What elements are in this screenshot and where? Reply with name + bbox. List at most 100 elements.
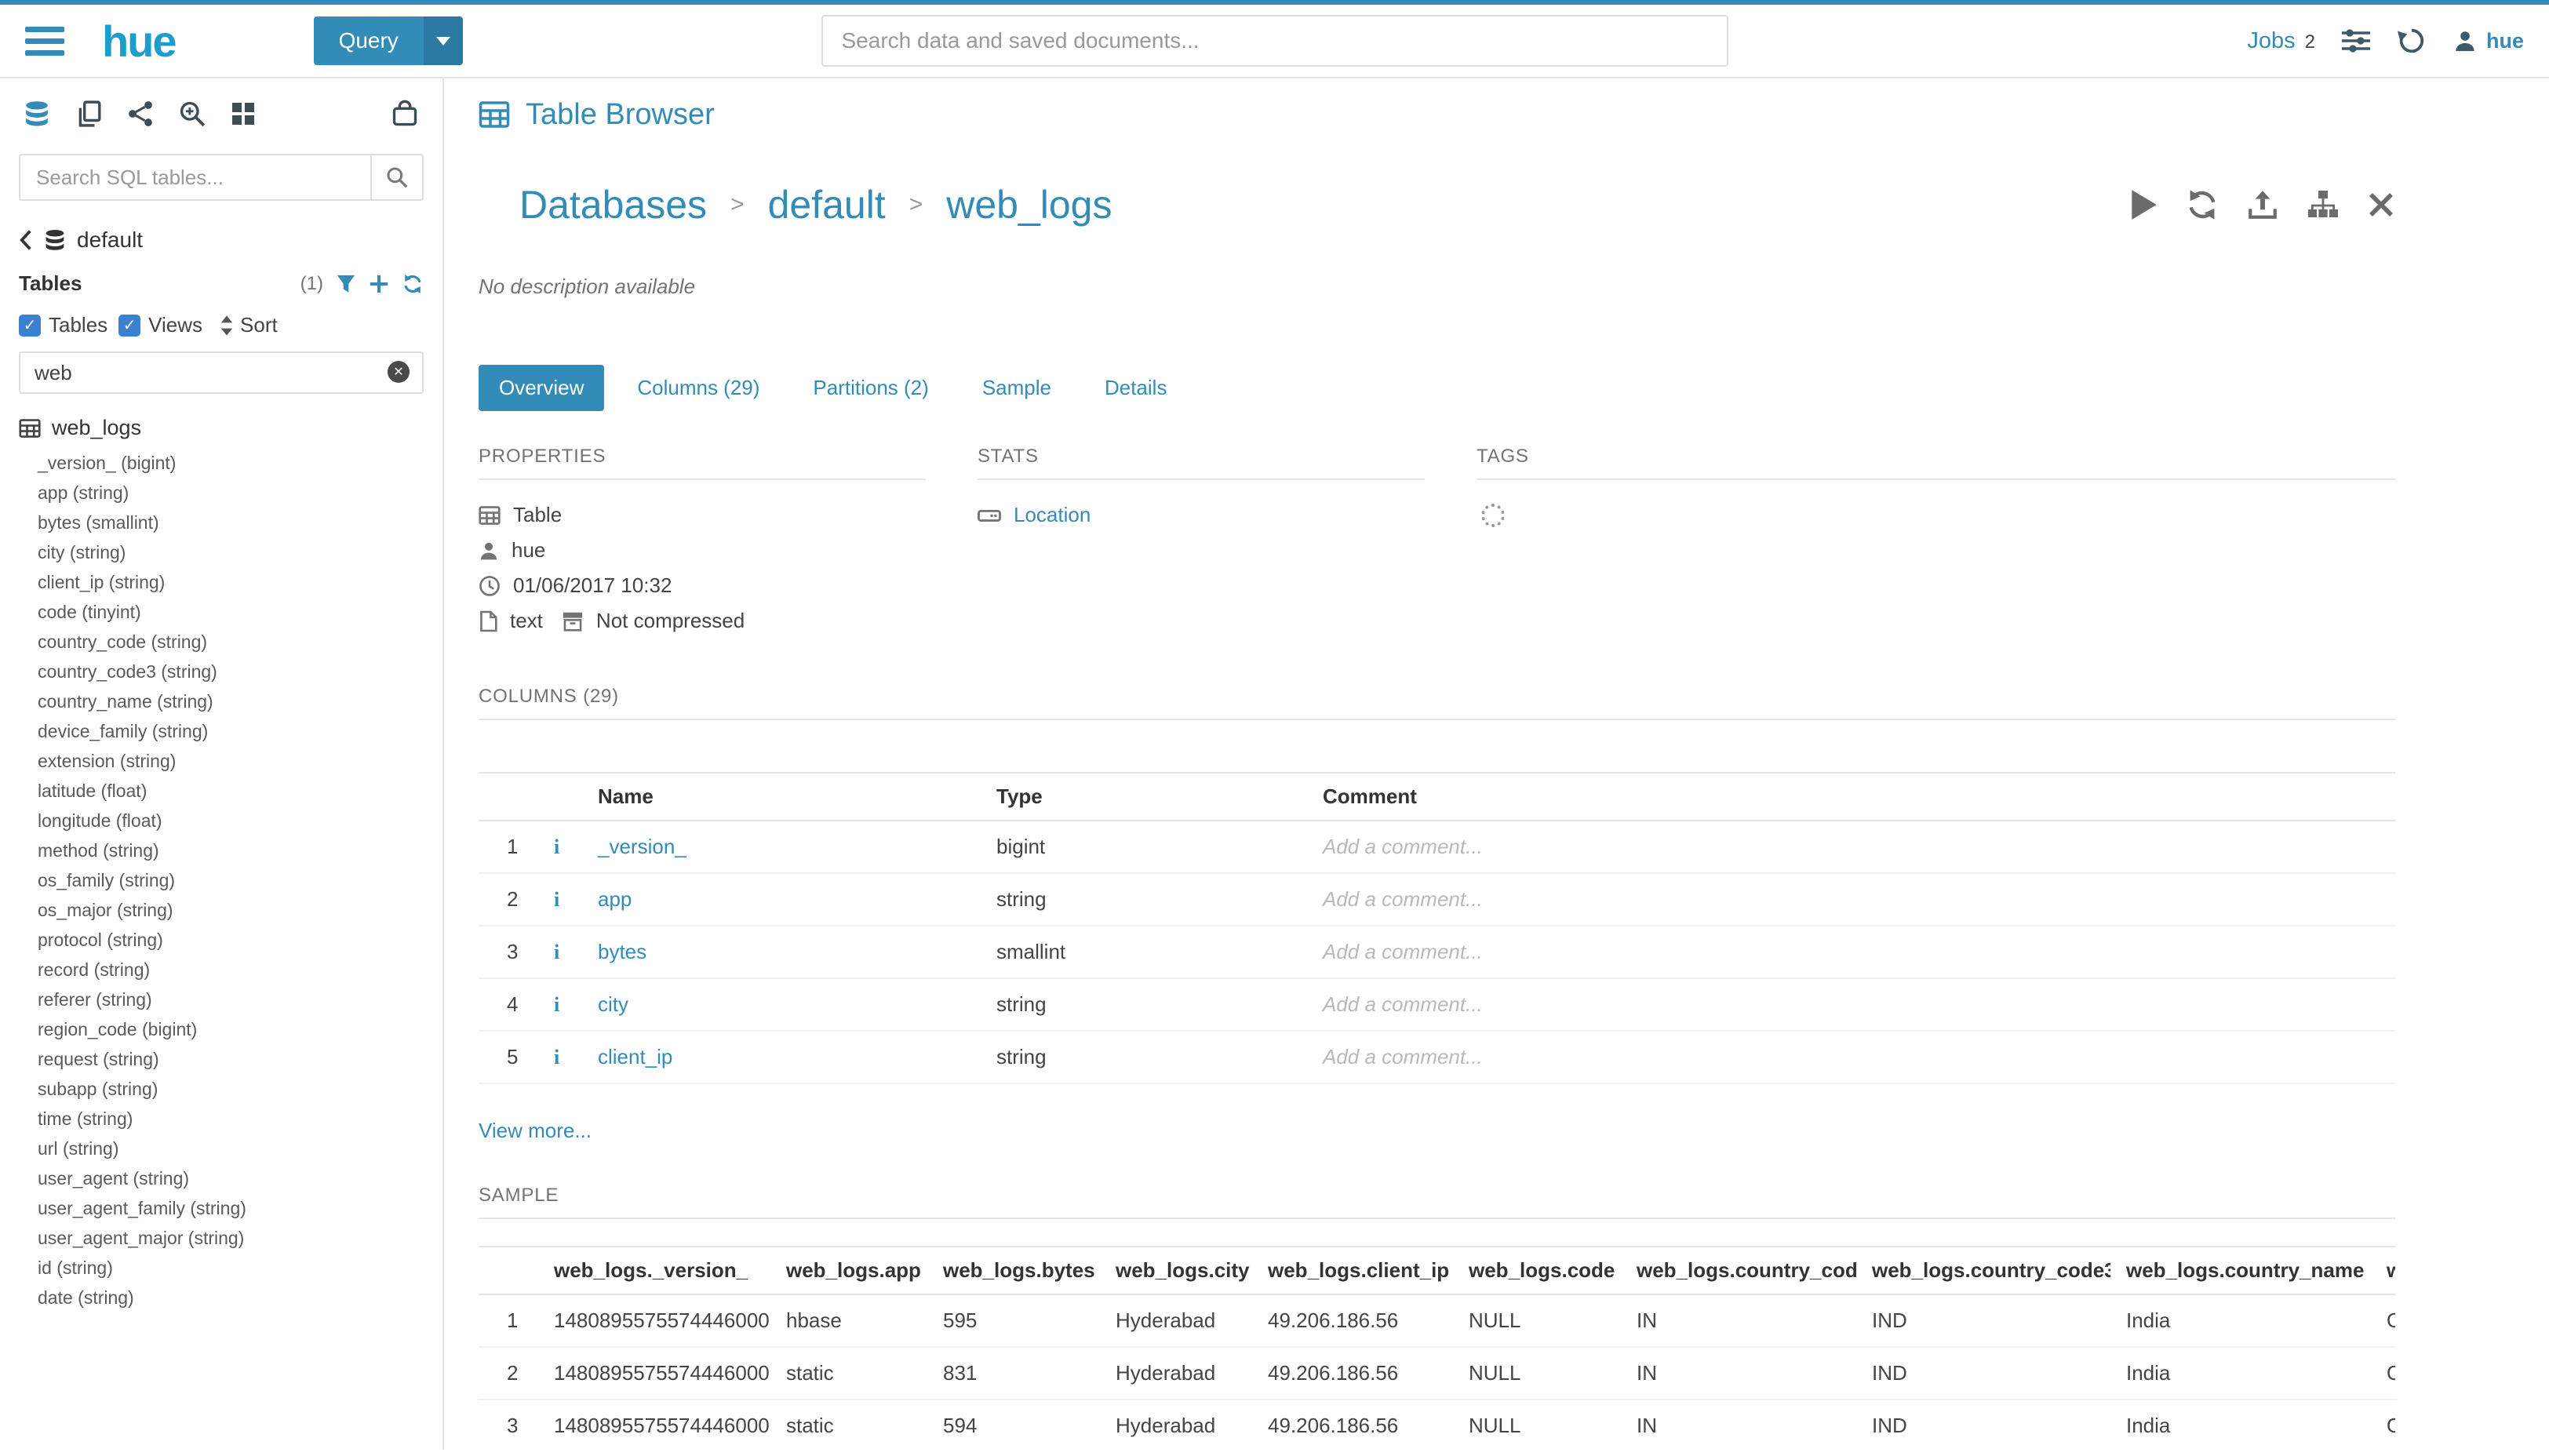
column-comment-placeholder[interactable]: Add a comment... <box>1307 978 2395 1031</box>
sidebar-column-item[interactable]: country_code3 (string) <box>0 657 442 686</box>
refresh-icon[interactable] <box>2185 187 2219 222</box>
column-comment-placeholder[interactable]: Add a comment... <box>1307 821 2395 873</box>
sidebar-column-item[interactable]: region_code (bigint) <box>0 1014 442 1044</box>
apps-grid-icon[interactable] <box>231 101 256 126</box>
sql-tables-search-button[interactable] <box>370 154 424 201</box>
sidebar-column-item[interactable]: method (string) <box>0 835 442 865</box>
sidebar-column-item[interactable]: user_agent_major (string) <box>0 1223 442 1253</box>
tab-columns-29[interactable]: Columns (29) <box>617 365 780 411</box>
sidebar-column-item[interactable]: device_family (string) <box>0 716 442 746</box>
columns-table-row: 1i_version_bigintAdd a comment... <box>479 821 2395 873</box>
sidebar-column-item[interactable]: client_ip (string) <box>0 567 442 597</box>
sidebar-column-item[interactable]: record (string) <box>0 955 442 985</box>
sidebar-column-item[interactable]: id (string) <box>0 1253 442 1283</box>
sidebar-column-item[interactable]: user_agent (string) <box>0 1163 442 1193</box>
sidebar-column-item[interactable]: latitude (float) <box>0 776 442 806</box>
sidebar-column-item[interactable]: os_family (string) <box>0 865 442 895</box>
column-comment-placeholder[interactable]: Add a comment... <box>1307 1031 2395 1083</box>
sidebar-column-item[interactable]: user_agent_family (string) <box>0 1193 442 1223</box>
sidebar-column-item[interactable]: app (string) <box>0 478 442 508</box>
column-comment-placeholder[interactable]: Add a comment... <box>1307 873 2395 926</box>
info-icon[interactable]: i <box>554 1046 559 1068</box>
documents-icon[interactable] <box>75 100 102 127</box>
add-icon[interactable] <box>369 274 389 294</box>
info-icon[interactable]: i <box>554 993 559 1016</box>
sql-sources-icon[interactable] <box>24 100 50 127</box>
clear-filter-icon[interactable]: ✕ <box>388 361 410 383</box>
global-search-input[interactable] <box>821 15 1728 67</box>
view-more-link[interactable]: View more... <box>479 1119 592 1143</box>
sidebar-column-item[interactable]: subapp (string) <box>0 1074 442 1104</box>
jobs-link[interactable]: Jobs 2 <box>2247 28 2315 54</box>
hdd-icon <box>978 506 1001 525</box>
property-type-value: Table <box>513 503 562 527</box>
importer-bag-icon[interactable] <box>391 100 419 128</box>
sidebar-column-item[interactable]: bytes (smallint) <box>0 508 442 537</box>
upload-icon[interactable] <box>2246 188 2279 221</box>
columns-table-row: 5iclient_ipstringAdd a comment... <box>479 1031 2395 1083</box>
query-play-icon[interactable] <box>2128 188 2158 221</box>
sidebar-column-item[interactable]: city (string) <box>0 537 442 567</box>
share-nodes-icon[interactable] <box>127 100 154 127</box>
column-name-link[interactable]: bytes <box>598 940 646 963</box>
close-icon[interactable] <box>2367 191 2395 219</box>
column-comment-placeholder[interactable]: Add a comment... <box>1307 926 2395 978</box>
user-icon <box>2453 29 2477 53</box>
history-icon[interactable] <box>2397 26 2427 56</box>
sidebar-column-item[interactable]: _version_ (bigint) <box>0 448 442 478</box>
breadcrumb-database-default[interactable]: default <box>768 182 886 228</box>
filter-funnel-icon[interactable] <box>336 274 356 294</box>
sidebar-column-item[interactable]: country_name (string) <box>0 686 442 716</box>
chevron-down-icon <box>436 37 450 46</box>
tab-partitions-2[interactable]: Partitions (2) <box>792 365 949 411</box>
query-button[interactable]: Query <box>314 16 424 65</box>
views-checkbox[interactable]: ✓ Views <box>118 313 202 337</box>
column-name-link[interactable]: client_ip <box>598 1045 672 1068</box>
sample-cell: O <box>2371 1294 2395 1347</box>
query-dropdown-button[interactable] <box>424 16 463 65</box>
sidebar-column-item[interactable]: os_major (string) <box>0 895 442 925</box>
sample-table-row: 31480895575574446000static594Hyderabad49… <box>479 1400 2395 1450</box>
info-icon[interactable]: i <box>554 835 559 858</box>
sidebar-column-item[interactable]: date (string) <box>0 1283 442 1312</box>
sidebar-column-item[interactable]: url (string) <box>0 1134 442 1163</box>
sliders-icon[interactable] <box>2342 28 2370 53</box>
sidebar-column-item[interactable]: protocol (string) <box>0 925 442 955</box>
sidebar-column-item[interactable]: country_code (string) <box>0 627 442 657</box>
sidebar-column-item[interactable]: code (tinyint) <box>0 597 442 627</box>
sidebar-column-item[interactable]: time (string) <box>0 1104 442 1134</box>
breadcrumb-table-web-logs[interactable]: web_logs <box>946 182 1112 228</box>
sidebar-column-item[interactable]: referer (string) <box>0 985 442 1014</box>
info-icon[interactable]: i <box>554 941 559 963</box>
table-description[interactable]: No description available <box>479 275 2395 299</box>
sidebar-column-item[interactable]: request (string) <box>0 1044 442 1074</box>
table-filter-input[interactable] <box>19 351 424 394</box>
properties-section: PROPERTIES Table hue <box>479 446 926 639</box>
info-icon[interactable]: i <box>554 888 559 911</box>
user-menu[interactable]: hue <box>2453 29 2524 53</box>
tab-details[interactable]: Details <box>1084 365 1187 411</box>
sort-toggle[interactable]: Sort <box>220 313 278 337</box>
database-breadcrumb[interactable]: default <box>0 215 442 260</box>
sql-tables-search-input[interactable] <box>19 154 370 201</box>
sidebar-column-item[interactable]: extension (string) <box>0 746 442 776</box>
column-name-link[interactable]: _version_ <box>598 835 686 858</box>
menu-icon[interactable] <box>25 27 64 56</box>
sidebar-column-item[interactable]: longitude (float) <box>0 806 442 835</box>
tables-checkbox-label: Tables <box>49 313 107 337</box>
tab-sample[interactable]: Sample <box>962 365 1072 411</box>
location-link[interactable]: Location <box>1014 503 1091 527</box>
tab-overview[interactable]: Overview <box>479 365 604 411</box>
hue-logo[interactable]: hue <box>102 16 176 67</box>
search-zoom-icon[interactable] <box>179 100 206 127</box>
breadcrumb-databases[interactable]: Databases <box>519 182 707 228</box>
column-name-link[interactable]: city <box>598 992 628 1016</box>
refresh-icon[interactable] <box>402 273 424 295</box>
sample-column-header: web_logs.country_name <box>2110 1247 2371 1294</box>
lineage-sitemap-icon[interactable] <box>2306 189 2340 220</box>
sidebar-table-web-logs[interactable]: web_logs <box>0 399 442 448</box>
tables-checkbox[interactable]: ✓ Tables <box>19 313 107 337</box>
jobs-count-badge: 2 <box>2305 31 2315 53</box>
assist-icon-bar <box>0 78 442 149</box>
column-name-link[interactable]: app <box>598 887 632 911</box>
